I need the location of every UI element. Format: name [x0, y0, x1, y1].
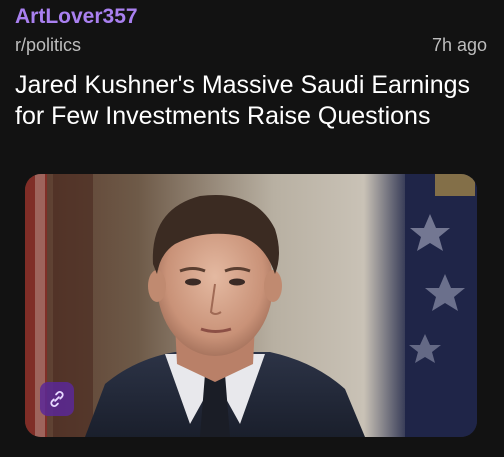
link-icon — [50, 391, 64, 407]
portrait-photo — [25, 174, 477, 437]
post-author[interactable]: ArtLover357 — [15, 4, 138, 30]
post-card[interactable]: ArtLover357 r/politics 7h ago Jared Kush… — [0, 0, 504, 457]
post-image[interactable] — [25, 174, 477, 437]
bottom-spacer — [0, 448, 504, 457]
subreddit-link[interactable]: r/politics — [15, 34, 81, 56]
post-timestamp: 7h ago — [431, 35, 487, 55]
link-badge[interactable] — [40, 382, 74, 416]
post-title[interactable]: Jared Kushner's Massive Saudi Earnings f… — [15, 70, 485, 132]
